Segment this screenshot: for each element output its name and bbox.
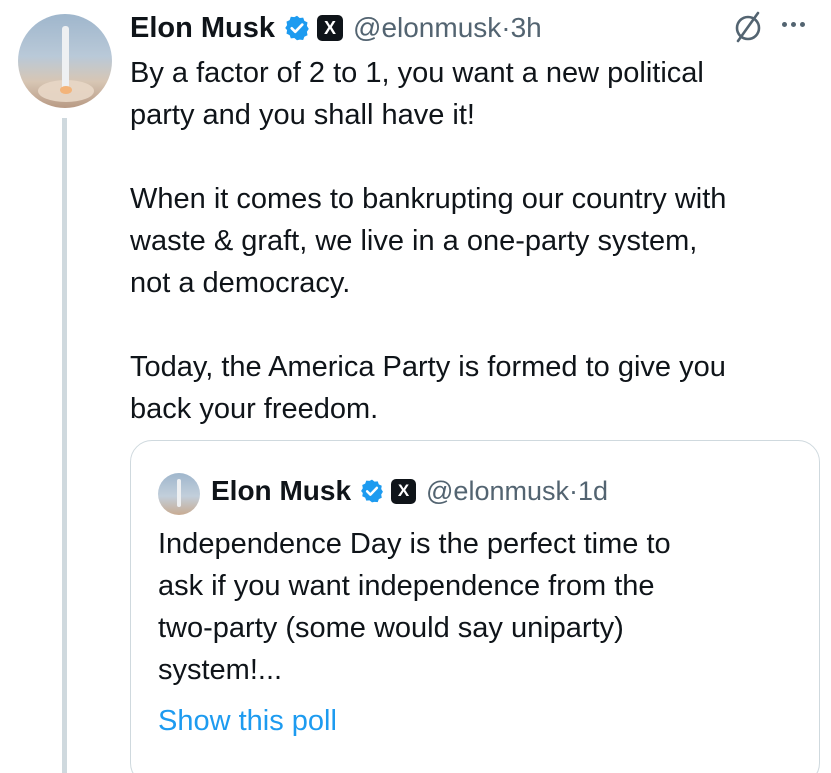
post-line: party and you shall have it! [130,99,475,131]
dot [800,22,805,27]
x-affiliate-badge-icon: X [391,478,417,504]
post-time[interactable]: 3h [511,12,542,43]
verified-badge-icon [361,479,383,503]
more-options-icon[interactable] [782,22,805,27]
author-name[interactable]: Elon Musk [130,12,275,45]
post-line: By a factor of 2 to 1, you want a new po… [130,57,704,89]
quote-author-handle: @elonmusk·1d [426,476,608,507]
avatar-flame [60,86,72,94]
quote-text: Independence Day is the perfect time to … [158,523,671,691]
avatar-rocket [62,26,69,88]
post-header: Elon Musk X @elonmusk·3h [130,8,542,48]
quote-line: ask if you want independence from the [158,570,655,602]
grok-icon[interactable] [733,10,763,44]
post-line: waste & graft, we live in a one-party sy… [130,225,698,257]
thread-line [62,118,67,773]
dot [791,22,796,27]
post-line: back your freedom. [130,393,379,425]
quote-time: 1d [577,475,609,506]
quote-line: system!... [158,654,283,686]
avatar-rocket [177,479,181,507]
quote-line: two-party (some would say uniparty) [158,612,624,644]
x-affiliate-badge-icon: X [317,15,344,41]
post-line: not a democracy. [130,267,351,299]
post-text: By a factor of 2 to 1, you want a new po… [130,52,820,430]
author-handle[interactable]: @elonmusk·3h [353,12,542,44]
separator: · [568,475,578,506]
separator: · [501,12,511,43]
verified-badge-icon [285,15,309,41]
quote-author-name: Elon Musk [211,475,352,506]
post-line: When it comes to bankrupting our country… [130,183,727,215]
author-avatar[interactable] [18,14,112,108]
handle-text: @elonmusk [426,475,569,506]
quote-header: Elon Musk X @elonmusk·1d [211,471,608,511]
dot [782,22,787,27]
show-poll-link[interactable]: Show this poll [158,705,337,738]
quote-line: Independence Day is the perfect time to [158,528,671,560]
handle-text: @elonmusk [353,12,502,43]
quoted-post-card[interactable]: Elon Musk X @elonmusk·1d Independence Da… [130,440,820,773]
quote-author-avatar [158,473,200,515]
post-line: Today, the America Party is formed to gi… [130,351,726,383]
